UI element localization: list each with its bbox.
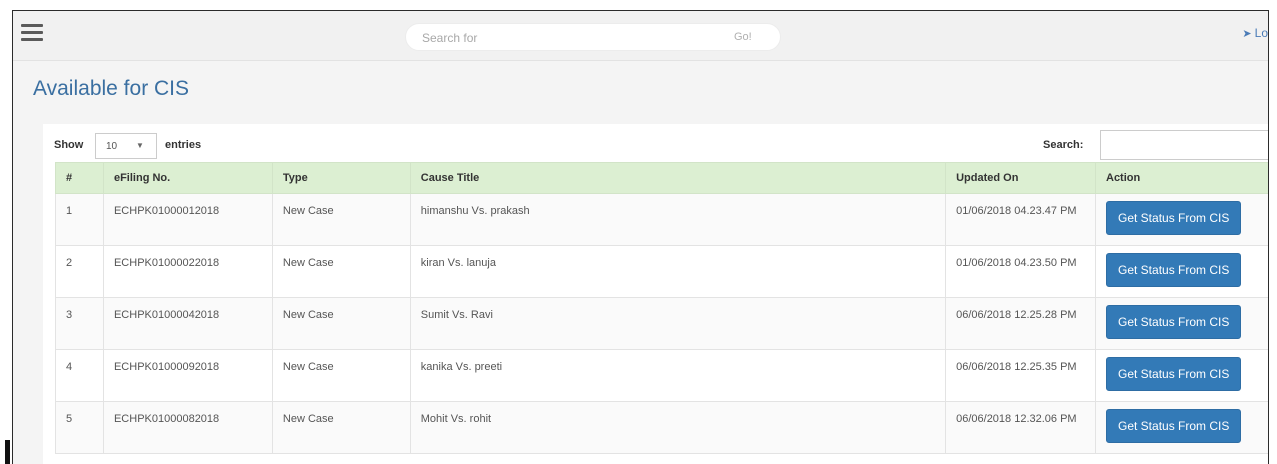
get-status-button[interactable]: Get Status From CIS <box>1106 253 1242 287</box>
updated-on-text: 06/06/2018 12.25.35 PM <box>956 361 1077 373</box>
cell-updated-on: 06/06/2018 12.32.06 PM <box>945 401 1096 454</box>
sign-out-icon: ➤ <box>1242 28 1252 40</box>
updated-on-text: 06/06/2018 12.25.28 PM <box>956 309 1077 321</box>
table-header-row: # eFiling No. Type Cause Title Updated O… <box>55 162 1268 194</box>
table-row: 3 ECHPK01000042018 New Case Sumit Vs. Ra… <box>55 297 1268 350</box>
hamburger-icon[interactable] <box>21 24 43 42</box>
header-updated-on[interactable]: Updated On <box>945 162 1096 194</box>
cell-cause-title: Sumit Vs. Ravi <box>409 297 947 350</box>
cell-number: 1 <box>55 193 104 246</box>
table-search-label: Search: <box>1043 139 1084 151</box>
table-panel: Show 10 ▼ entries Search: # eFiling No. … <box>43 124 1268 464</box>
table-controls: Show 10 ▼ entries Search: <box>43 124 1268 162</box>
chevron-down-icon: ▼ <box>136 141 144 150</box>
entries-select[interactable]: 10 ▼ <box>95 133 157 159</box>
logout-label: Lo <box>1254 26 1268 40</box>
table-row: 2 ECHPK01000022018 New Case kiran Vs. la… <box>55 245 1268 298</box>
cell-type: New Case <box>271 193 411 246</box>
cell-number: 4 <box>55 349 104 402</box>
global-search: Go! <box>405 23 781 51</box>
app-window: Go! ➤Lo Available for CIS Show 10 ▼ entr… <box>12 10 1269 464</box>
table-search-input[interactable] <box>1100 130 1268 160</box>
cell-cause-title: himanshu Vs. prakash <box>409 193 947 246</box>
entries-label: entries <box>165 139 202 151</box>
cases-table: # eFiling No. Type Cause Title Updated O… <box>55 162 1268 454</box>
header-action[interactable]: Action <box>1095 162 1268 194</box>
corner-mark <box>5 440 10 464</box>
cell-type: New Case <box>271 297 411 350</box>
cell-updated-on: 06/06/2018 12.25.28 PM <box>945 297 1096 350</box>
cell-action: Get Status From CIS <box>1095 193 1268 246</box>
cell-efiling-no: ECHPK01000082018 <box>102 401 273 454</box>
cell-number: 5 <box>55 401 104 454</box>
get-status-button[interactable]: Get Status From CIS <box>1106 409 1242 443</box>
entries-value: 10 <box>106 141 118 152</box>
get-status-button[interactable]: Get Status From CIS <box>1106 305 1242 339</box>
cell-efiling-no: ECHPK01000022018 <box>102 245 273 298</box>
cell-efiling-no: ECHPK01000092018 <box>102 349 273 402</box>
header-efiling-no[interactable]: eFiling No. <box>102 162 273 194</box>
updated-on-text: 01/06/2018 04.23.50 PM <box>956 257 1077 269</box>
cell-action: Get Status From CIS <box>1095 245 1268 298</box>
header-type[interactable]: Type <box>271 162 411 194</box>
search-go-button[interactable]: Go! <box>734 31 752 43</box>
cell-action: Get Status From CIS <box>1095 297 1268 350</box>
cell-action: Get Status From CIS <box>1095 401 1268 454</box>
cell-updated-on: 01/06/2018 04.23.50 PM <box>945 245 1096 298</box>
show-label: Show <box>54 139 84 151</box>
top-navbar: Go! ➤Lo <box>13 11 1268 61</box>
header-number[interactable]: # <box>55 162 104 194</box>
cell-type: New Case <box>271 349 411 402</box>
cell-efiling-no: ECHPK01000012018 <box>102 193 273 246</box>
table-row: 4 ECHPK01000092018 New Case kanika Vs. p… <box>55 349 1268 402</box>
cell-number: 2 <box>55 245 104 298</box>
updated-on-text: 01/06/2018 04.23.47 PM <box>956 205 1077 217</box>
cell-updated-on: 01/06/2018 04.23.47 PM <box>945 193 1096 246</box>
header-cause-title[interactable]: Cause Title <box>409 162 947 194</box>
logout-link[interactable]: ➤ Lo <box>1242 26 1268 40</box>
get-status-button[interactable]: Get Status From CIS <box>1106 357 1242 391</box>
get-status-button[interactable]: Get Status From CIS <box>1106 201 1242 235</box>
global-search-input[interactable] <box>422 29 702 47</box>
page-title: Available for CIS <box>33 77 190 100</box>
updated-on-text: 06/06/2018 12.32.06 PM <box>956 413 1077 425</box>
cell-action: Get Status From CIS <box>1095 349 1268 402</box>
cell-cause-title: kiran Vs. lanuja <box>409 245 947 298</box>
cell-cause-title: Mohit Vs. rohit <box>409 401 947 454</box>
table-row: 1 ECHPK01000012018 New Case himanshu Vs.… <box>55 193 1268 246</box>
table-row: 5 ECHPK01000082018 New Case Mohit Vs. ro… <box>55 401 1268 454</box>
cell-type: New Case <box>271 245 411 298</box>
cell-efiling-no: ECHPK01000042018 <box>102 297 273 350</box>
cell-updated-on: 06/06/2018 12.25.35 PM <box>945 349 1096 402</box>
cell-cause-title: kanika Vs. preeti <box>409 349 947 402</box>
cell-number: 3 <box>55 297 104 350</box>
cell-type: New Case <box>271 401 411 454</box>
